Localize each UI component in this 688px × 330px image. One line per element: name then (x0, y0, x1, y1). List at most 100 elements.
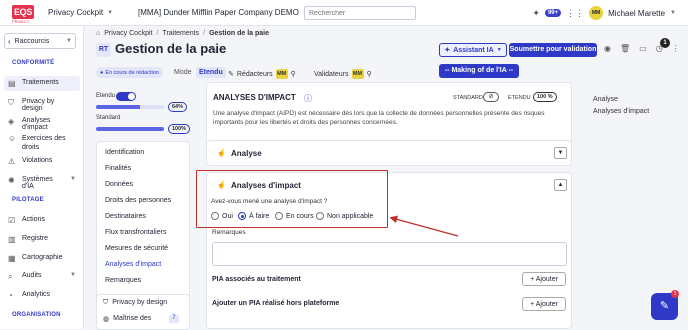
sidebar-item-label: Traitements (22, 79, 59, 86)
nav-item-remarques[interactable]: Remarques (105, 277, 141, 284)
nav-item-destinataires[interactable]: Destinataires (105, 213, 146, 220)
sidebar-item-privacy-by-design[interactable]: ⛉ Privacy by design (4, 95, 80, 115)
nav-item-identification[interactable]: Identification (105, 149, 144, 156)
apps-grid-icon[interactable]: ⋮⋮ (566, 8, 584, 19)
option-non-applicable[interactable]: Non applicable (316, 212, 373, 220)
expand-analyse-button[interactable]: ▼ (554, 147, 567, 159)
sidebar-item-audits[interactable]: ⌕ Audits ▼ (4, 269, 80, 284)
home-icon[interactable]: ⌂ (96, 30, 100, 37)
company-selector[interactable]: [MMA] Dunder Mifflin Paper Company DEMO … (138, 8, 309, 17)
etendu-progress-label: Etendu (96, 93, 116, 99)
editors-group[interactable]: ✎ Rédacteurs MM ⚲ (228, 69, 296, 79)
remarks-textarea[interactable] (212, 242, 567, 266)
submit-validation-button[interactable]: Soumettre pour validation (509, 43, 597, 57)
info-icon[interactable]: ⓘ (304, 93, 312, 104)
ai-assistant-button[interactable]: ✦ Assistant IA ▼ (439, 43, 507, 57)
nav-item-mesures-securite[interactable]: Mesures de sécurité (105, 245, 168, 252)
ai-assistant-label: Assistant IA (453, 46, 494, 54)
nav-item-droits-personnes[interactable]: Droits des personnes (105, 197, 171, 204)
user-name[interactable]: Michael Marette (608, 9, 665, 18)
radio-non-applicable[interactable] (316, 212, 324, 220)
edit-title-icon[interactable]: ✎ (210, 45, 217, 54)
sidebar-item-analytics[interactable]: ◔ Analytics (4, 288, 80, 303)
radio-en-cours[interactable] (275, 212, 283, 220)
eye-icon[interactable]: ◉ (604, 44, 611, 53)
trash-icon[interactable]: 🗑︎ (620, 44, 630, 53)
breadcrumb-item[interactable]: Traitements (162, 30, 199, 37)
user-avatar[interactable]: MM (589, 6, 604, 20)
person-icon: ⚲ (290, 71, 296, 78)
add-pia-button[interactable]: + Ajouter (522, 272, 566, 286)
add-pia-label: Ajouter (535, 276, 558, 283)
sidebar-item-cartographie[interactable]: ▦ Cartographie (4, 251, 80, 266)
standard-progress-label: Standard (96, 115, 121, 121)
sidebar-item-traitements[interactable]: ▤ Traitements (4, 76, 80, 91)
nav-item-analyses-impact[interactable]: Analyses d'impact (105, 261, 161, 268)
toc-analyse[interactable]: Analyse (593, 96, 618, 103)
collapse-chevron-icon[interactable]: ‹ (8, 37, 11, 46)
etendu-completion: 100 % (533, 92, 557, 102)
sparkle-icon: ✦ (444, 47, 451, 54)
analyse-section-title: Analyse (231, 149, 262, 158)
making-of-ai-button[interactable]: -- Making of de l'IA -- (439, 64, 519, 78)
mode-label: Mode (174, 69, 192, 76)
etendu-label: ETENDU (508, 95, 531, 101)
app-selector[interactable]: Privacy Cockpit ▼ (48, 8, 113, 17)
lock-icon: ◍ (103, 316, 110, 323)
sidebar-item-systemes-ia[interactable]: ✺ Systèmes d'IA ▼ (4, 173, 80, 193)
app-selector-label: Privacy Cockpit (48, 8, 104, 17)
more-icon[interactable]: ⋮ (672, 44, 680, 53)
app-logo[interactable]: EQS (12, 5, 34, 19)
option-label: Non applicable (327, 212, 374, 220)
chevron-down-icon: ▼ (107, 9, 114, 16)
validators-group[interactable]: Validateurs MM ⚲ (314, 69, 372, 79)
standard-na-icon: ⊘ (483, 92, 499, 102)
toc-analyses-impact[interactable]: Analyses d'impact (593, 108, 649, 115)
analyse-section-card[interactable]: ☝ Analyse ▼ (206, 140, 572, 166)
etendu-progress-fill (96, 105, 140, 109)
map-icon: ▦ (8, 254, 16, 263)
collapse-analyses-button[interactable]: ▲ (554, 179, 567, 191)
notification-badge[interactable]: 99+ (544, 9, 562, 17)
chevron-down-icon[interactable]: ▼ (670, 10, 676, 16)
nav-item-flux-transfrontaliers[interactable]: Flux transfrontaliers (105, 229, 166, 236)
completion-panel: Etendu 64% Standard 100% (96, 92, 191, 134)
linked-privacy-by-design[interactable]: ⛉ Privacy by design (103, 299, 167, 307)
option-label: Oui (222, 212, 233, 220)
add-external-pia-button[interactable]: + Ajouter (522, 297, 566, 311)
comment-icon[interactable]: ▭ (639, 44, 647, 53)
sidebar-item-registre[interactable]: ▥ Registre (4, 232, 80, 247)
sidebar-item-actions[interactable]: ☑ Actions (4, 213, 80, 228)
option-a-faire[interactable]: À faire (238, 212, 269, 220)
sidebar-item-exercices-droits[interactable]: ☺ Exercices des droits (4, 131, 80, 155)
chevron-down-icon: ▼ (70, 176, 76, 182)
shortcut-label: Raccourcis (14, 37, 50, 45)
nav-item-donnees[interactable]: Données (105, 181, 133, 188)
top-bar: EQS PRIVACY Privacy Cockpit ▼ [MMA] Dund… (0, 0, 688, 26)
mode-value[interactable]: Etendu (196, 67, 226, 78)
radio-a-faire[interactable] (238, 212, 246, 220)
sidebar-item-label: Exercices des droits (22, 135, 66, 151)
search-input[interactable] (304, 6, 416, 20)
radio-oui[interactable] (211, 212, 219, 220)
mode-toggle[interactable] (116, 92, 136, 101)
option-en-cours[interactable]: En cours (275, 212, 314, 220)
shortcut-selector[interactable]: ‹ Raccourcis ▼ (4, 33, 76, 49)
sidebar-item-violations[interactable]: ⚠ Violations (4, 154, 80, 169)
linked-maitrise[interactable]: ◍ Maîtrise des 7 (103, 315, 179, 323)
chat-icon: ✎ (659, 300, 670, 312)
status-badge: ● En cours de rédaction (96, 67, 163, 78)
standard-percent: 100% (168, 124, 191, 134)
chevron-down-icon: ▼ (496, 47, 502, 53)
rocket-icon[interactable]: ✦ (532, 8, 540, 19)
breadcrumb-item[interactable]: Privacy Cockpit (104, 30, 152, 37)
top-right-controls: ✦ 99+ ⋮⋮ MM Michael Marette ▼ (532, 6, 676, 20)
comment-count-badge: 1 (660, 38, 670, 48)
status-dot-icon: ● (100, 69, 104, 76)
option-oui[interactable]: Oui (211, 212, 233, 220)
sidebar-item-label: Systèmes d'IA (22, 176, 53, 190)
standard-label: STANDARD (453, 95, 483, 101)
editor-avatar: MM (275, 69, 288, 79)
remarks-label: Remarques (212, 229, 246, 236)
nav-item-finalites[interactable]: Finalités (105, 165, 131, 172)
